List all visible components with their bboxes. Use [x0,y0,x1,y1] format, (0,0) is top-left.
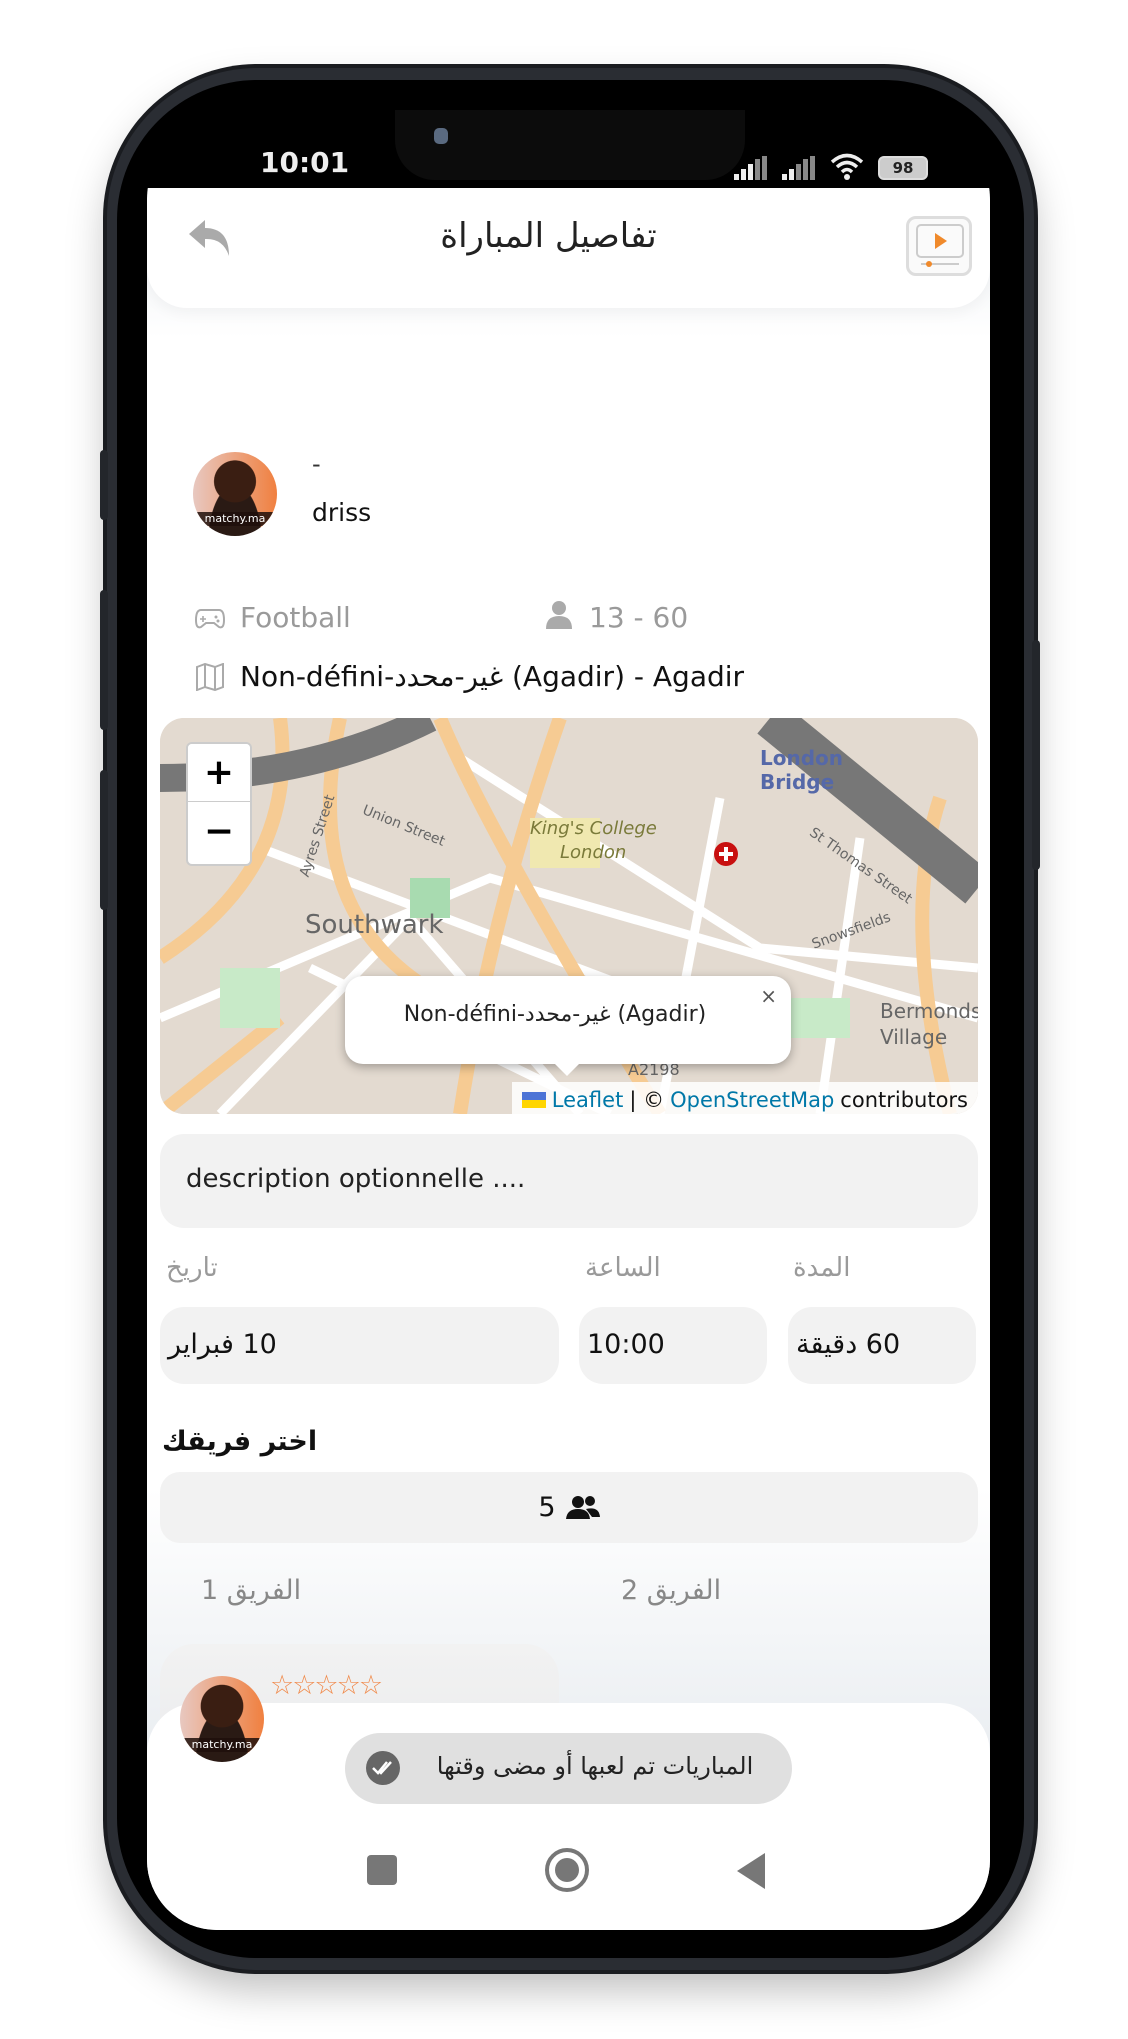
team1-tab[interactable]: الفريق 1 [201,1575,301,1606]
tutorial-video-button[interactable] [906,216,972,276]
app-header: تفاصيل المباراة [147,188,990,308]
date-label: تاريخ [166,1253,218,1283]
zoom-in-button[interactable]: + [188,744,250,802]
team2-tab[interactable]: الفريق 2 [621,1575,721,1606]
map-label: Bermondsey Village [880,999,978,1049]
page-title: تفاصيل المباراة [440,216,657,256]
popup-tip [553,1062,581,1076]
popup-text: Non-défini-غير-محدد (Agadir) [403,1002,707,1027]
time-label: الساعة [585,1253,661,1283]
signal-icon [782,156,815,180]
camera-notch [395,110,745,180]
location-text: Non-défini-غير-محدد (Agadir) - Agadir [240,660,745,693]
avatar-watermark: matchy.ma [193,512,277,526]
signal-icon [734,156,767,180]
organizer-avatar[interactable]: matchy.ma [193,452,277,536]
organizer-subtitle: - [312,450,321,478]
users-icon [565,1495,600,1519]
back-nav-button[interactable] [737,1853,765,1889]
organizer-name: driss [312,498,372,527]
duration-label: المدة [793,1253,851,1283]
player-rating-stars: ☆☆☆☆☆ [270,1670,383,1701]
attribution-contributors: contributors [840,1088,968,1112]
map-label: London Bridge [760,746,844,794]
duration-value: 60 دقيقة [796,1329,901,1360]
zoom-control: + − [186,742,252,866]
avatar-watermark: matchy.ma [180,1738,264,1752]
recent-apps-button[interactable] [367,1855,397,1885]
phone-side-button [100,590,108,730]
toast-text: المباريات تم لعبها أو مضى وقتها [436,1752,754,1780]
description-placeholder: description optionnelle .... [186,1164,526,1194]
status-icons: 98 [734,152,928,180]
date-value: 10 فبراير [168,1329,277,1360]
sport-label: Football [240,601,351,634]
description-field[interactable]: description optionnelle .... [160,1134,978,1228]
team-size-value: 5 [538,1492,556,1523]
leaflet-link[interactable]: Leaflet [552,1088,624,1112]
phone-side-button [100,450,108,520]
map-label: Southwark [305,910,444,940]
home-dot-icon [555,1858,579,1882]
osm-link[interactable]: OpenStreetMap [670,1088,834,1112]
phone-side-button [100,770,108,910]
battery-icon: 98 [878,156,928,180]
choose-team-title: اختر فريقك [162,1426,318,1457]
match-details-page: تفاصيل المباراة matchy.ma - driss Footba… [147,188,990,1930]
time-value: 10:00 [587,1329,665,1360]
team-size-selector[interactable]: 5 [160,1472,978,1543]
map-attribution: Leaflet | © OpenStreetMap contributors [511,1082,978,1114]
player-avatar: matchy.ma [180,1676,264,1762]
camera-icon [434,128,448,144]
map-label: King's College [530,818,657,839]
duration-field[interactable]: 60 دقيقة [788,1307,976,1384]
map-view[interactable]: Southwark King's College London London B… [160,718,978,1114]
map-popup: Non-défini-غير-محدد (Agadir) × [345,976,791,1076]
attribution-separator: | © [629,1088,665,1112]
map-icon [196,663,224,691]
person-icon [546,601,572,629]
popup-close-button[interactable]: × [760,984,777,1008]
toast-message: المباريات تم لعبها أو مضى وقتها [345,1733,792,1804]
date-field[interactable]: 10 فبراير [160,1307,559,1384]
screen: 10:01 98 تفاصيل المباراة matchy.ma - dri… [147,110,990,1930]
bottom-sheet: المباريات تم لعبها أو مضى وقتها [147,1703,990,1930]
age-range: 13 - 60 [589,601,689,634]
double-check-icon [366,1751,400,1785]
home-button[interactable] [545,1848,589,1892]
gamepad-icon [195,609,225,629]
zoom-out-button[interactable]: − [188,802,250,860]
ukraine-flag-icon [521,1092,546,1108]
map-label: London [560,842,627,863]
wifi-icon [830,153,864,180]
time-field[interactable]: 10:00 [579,1307,767,1384]
video-play-icon [916,224,964,267]
phone-power-button [1032,640,1040,870]
status-time: 10:01 [260,146,350,179]
